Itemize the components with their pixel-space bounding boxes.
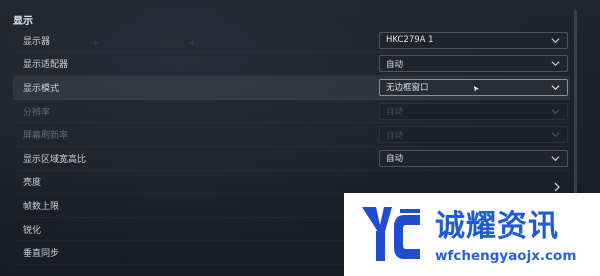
chevron-down-icon [551,107,560,116]
setting-label-brightness: 亮度 [23,178,42,189]
setting-row-resolution: 分辨率 自动 [13,100,570,124]
watermark-brand: 诚耀资讯 [435,209,559,244]
setting-label-display-mode: 显示模式 [23,83,60,94]
display-mode-value: 无边框窗口 [386,83,429,94]
setting-label-refresh-rate: 屏幕刷新率 [23,131,69,142]
setting-label-display-adapter: 显示适配器 [23,60,69,71]
setting-label-sharpening: 锐化 [23,225,42,236]
aspect-ratio-dropdown[interactable]: 自动 [379,149,568,167]
watermark-url: wfchengyaojx.com [435,248,577,264]
setting-label-aspect-ratio: 显示区域宽高比 [23,154,87,165]
setting-row-monitor[interactable]: 显示器 HKC279A 1 [13,29,570,53]
section-title-display: 显示 [13,16,33,27]
refresh-rate-value: 自动 [386,130,404,141]
chevron-down-icon [551,59,560,68]
aspect-ratio-value: 自动 [386,154,404,165]
setting-label-frame-limit: 帧数上限 [23,201,60,212]
yc-logo-icon [358,201,426,273]
watermark-overlay: 诚耀资讯 wfchengyaojx.com [344,193,600,276]
chevron-down-icon [551,36,560,45]
refresh-rate-dropdown: 自动 [379,126,568,144]
resolution-value: 自动 [386,107,404,118]
setting-label-resolution: 分辨率 [23,107,51,118]
display-adapter-value: 自动 [386,59,404,70]
setting-row-refresh-rate: 屏幕刷新率 自动 [13,123,570,147]
chevron-down-icon [551,83,560,92]
setting-row-display-adapter[interactable]: 显示适配器 自动 [13,53,570,77]
setting-label-vsync: 垂直同步 [23,249,60,260]
monitor-value: HKC279A 1 [386,35,434,46]
monitor-dropdown[interactable]: HKC279A 1 [379,31,568,49]
chevron-right-icon[interactable] [553,177,561,192]
setting-row-brightness[interactable]: 亮度 [13,171,570,195]
chevron-down-icon [551,130,560,139]
setting-row-display-mode[interactable]: 显示模式 无边框窗口 [13,76,570,100]
display-adapter-dropdown[interactable]: 自动 [379,55,568,73]
setting-row-aspect-ratio[interactable]: 显示区域宽高比 自动 [13,147,570,171]
resolution-dropdown: 自动 [379,102,568,120]
setting-label-monitor: 显示器 [23,36,51,47]
mouse-cursor-icon [474,77,480,92]
chevron-down-icon [551,154,560,163]
